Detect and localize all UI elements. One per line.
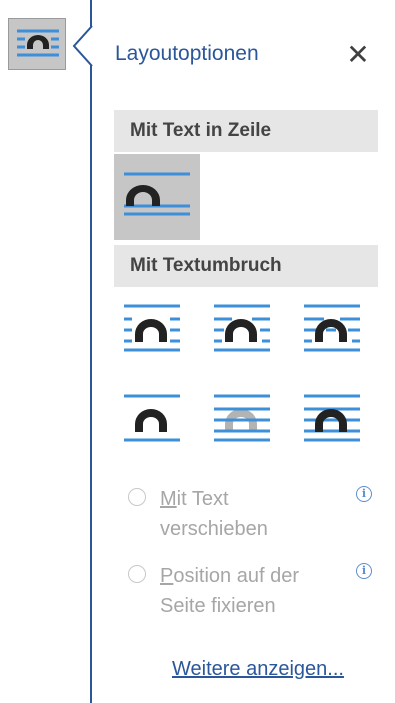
- info-icon[interactable]: i: [356, 563, 372, 579]
- inline-with-text-icon: [124, 172, 190, 216]
- option-behind-text[interactable]: [208, 380, 294, 466]
- section-header-inline: Mit Text in Zeile: [114, 110, 378, 152]
- pane-border: [90, 0, 92, 703]
- radio-move-with-text[interactable]: Mit Text verschieben i: [128, 484, 378, 546]
- info-icon[interactable]: i: [356, 486, 372, 502]
- option-inline-with-text[interactable]: [114, 154, 200, 240]
- wrap-tight-icon: [214, 304, 270, 352]
- radio-move-with-text-circle[interactable]: [128, 488, 146, 506]
- pane-pointer: [72, 26, 93, 66]
- close-button[interactable]: ✕: [338, 34, 378, 74]
- option-top-and-bottom[interactable]: [118, 380, 204, 466]
- close-icon: ✕: [346, 38, 370, 70]
- in-front-of-text-icon: [304, 394, 360, 442]
- pane-title: Layoutoptionen: [115, 42, 259, 65]
- option-wrap-through[interactable]: [298, 290, 384, 376]
- radio-fix-position-label: Position auf der Seite fixieren: [160, 565, 299, 617]
- wrap-through-icon: [304, 304, 360, 352]
- option-wrap-tight[interactable]: [208, 290, 294, 376]
- wrap-square-icon: [124, 304, 180, 352]
- option-wrap-square[interactable]: [118, 290, 204, 376]
- radio-fix-position-circle[interactable]: [128, 565, 146, 583]
- behind-text-icon: [214, 394, 270, 442]
- option-in-front-of-text[interactable]: [298, 380, 384, 466]
- wrap-top-bottom-icon: [124, 394, 180, 442]
- radio-fix-position[interactable]: Position auf der Seite fixieren i: [128, 561, 378, 623]
- see-more-link[interactable]: Weitere anzeigen...: [172, 658, 344, 681]
- radio-move-with-text-label: Mit Text verschieben: [160, 488, 268, 540]
- inline-with-text-icon: [17, 29, 59, 57]
- section-header-wrap: Mit Textumbruch: [114, 245, 378, 287]
- layout-options-button[interactable]: [8, 18, 66, 70]
